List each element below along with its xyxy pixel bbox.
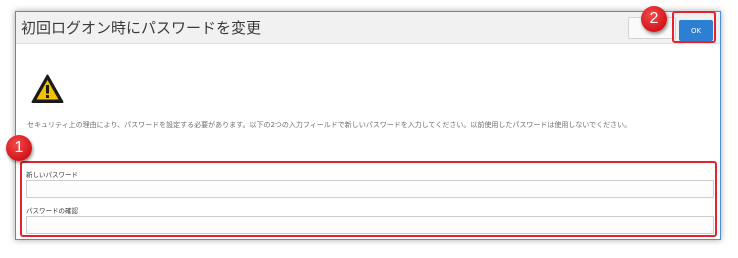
dialog-header: 初回ログオン時にパスワードを変更 OK: [16, 12, 720, 44]
ok-button-highlight: [672, 11, 716, 43]
callout-badge-1: 1: [6, 135, 32, 161]
dialog-title: 初回ログオン時にパスワードを変更: [21, 19, 262, 37]
warning-triangle-icon: [31, 74, 64, 103]
callout-badge-2: 2: [641, 6, 667, 32]
password-fields-highlight: [20, 161, 717, 237]
instruction-message: セキュリティ上の理由により、パスワードを設定する必要があります。以下の2つの入力…: [27, 121, 632, 129]
